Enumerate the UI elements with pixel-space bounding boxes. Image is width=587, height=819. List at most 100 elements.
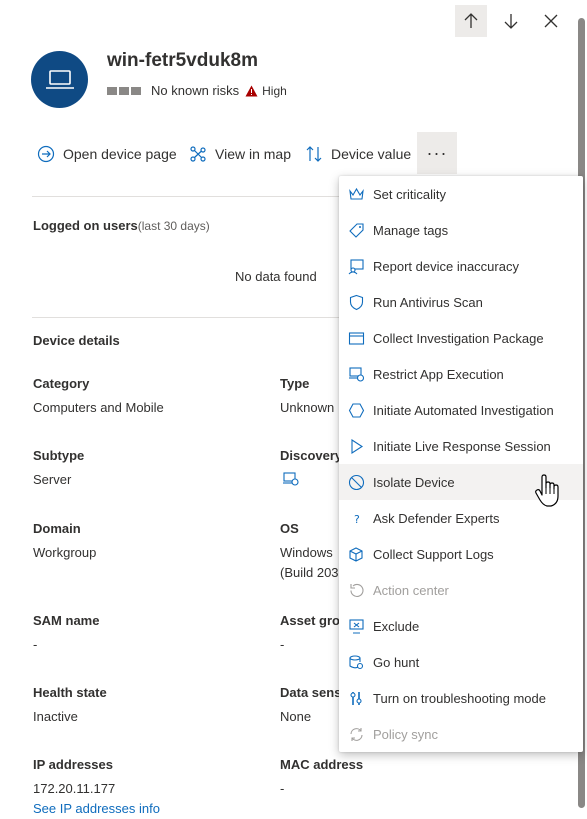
- map-icon: [190, 146, 206, 162]
- subtype-label: Subtype: [33, 448, 85, 463]
- svg-text:?: ?: [354, 513, 360, 526]
- tag-icon: [347, 221, 365, 239]
- arrow-up-icon: [464, 13, 478, 28]
- mac-address-value: -: [280, 781, 285, 796]
- menu-item-label: Run Antivirus Scan: [373, 294, 483, 310]
- menu-item-run-antivirus-scan[interactable]: Run Antivirus Scan: [339, 284, 583, 320]
- ip-addresses-value: 172.20.11.177: [33, 781, 116, 796]
- no-data-text: No data found: [235, 269, 317, 284]
- menu-item-label: Policy sync: [373, 726, 439, 742]
- category-label: Category: [33, 376, 90, 391]
- menu-item-label: Collect Support Logs: [373, 546, 494, 562]
- hand-pointer-cursor-icon: [535, 474, 559, 507]
- menu-item-initiate-live-response-session[interactable]: Initiate Live Response Session: [339, 428, 583, 464]
- more-actions-button[interactable]: ···: [417, 132, 457, 174]
- menu-item-label: Ask Defender Experts: [373, 510, 500, 526]
- type-value: Unknown: [280, 400, 335, 415]
- next-item-button[interactable]: [495, 5, 527, 37]
- menu-item-turn-on-troubleshooting-mode[interactable]: Turn on troubleshooting mode: [339, 680, 583, 716]
- shield-icon: [347, 293, 365, 311]
- menu-item-label: Initiate Automated Investigation: [373, 402, 554, 418]
- data-sensitivity-label: Data sens: [280, 685, 342, 700]
- logged-on-users-heading: Logged on users(last 30 days): [33, 218, 210, 233]
- logs-icon: [347, 545, 365, 563]
- open-device-page-button[interactable]: Open device page: [37, 139, 177, 169]
- question-icon: ?: [347, 509, 365, 527]
- device-value-label: Device value: [331, 146, 412, 162]
- menu-item-label: Manage tags: [373, 222, 449, 238]
- menu-item-label: Report device inaccuracy: [373, 258, 519, 274]
- play-icon: [347, 437, 365, 455]
- device-details-heading: Device details: [33, 333, 120, 348]
- warning-icon: [245, 85, 258, 96]
- menu-item-label: Turn on troubleshooting mode: [373, 690, 546, 706]
- view-in-map-button[interactable]: View in map: [189, 139, 291, 169]
- laptop-icon: [45, 69, 74, 89]
- menu-item-go-hunt[interactable]: Go hunt: [339, 644, 583, 680]
- previous-item-button[interactable]: [455, 5, 487, 37]
- menu-item-set-criticality[interactable]: Set criticality: [339, 176, 583, 212]
- severity-badge: High: [245, 84, 287, 98]
- menu-item-collect-support-logs[interactable]: Collect Support Logs: [339, 536, 583, 572]
- risk-summary: No known risks High: [107, 83, 287, 98]
- domain-label: Domain: [33, 521, 81, 536]
- device-avatar: [31, 51, 88, 108]
- sort-icon: [306, 146, 322, 162]
- health-state-value: Inactive: [33, 709, 78, 724]
- os-label: OS: [280, 521, 299, 536]
- type-label: Type: [280, 376, 310, 391]
- menu-item-manage-tags[interactable]: Manage tags: [339, 212, 583, 248]
- device-name: win-fetr5vduk8m: [107, 50, 258, 71]
- more-actions-menu: Set criticality Manage tags Report devic…: [339, 176, 583, 752]
- sam-name-label: SAM name: [33, 613, 100, 628]
- discovery-icon: [283, 472, 299, 486]
- menu-item-label: Go hunt: [373, 654, 420, 670]
- discovery-label: Discovery: [280, 448, 343, 463]
- menu-item-label: Exclude: [373, 618, 420, 634]
- block-icon: [347, 473, 365, 491]
- menu-item-label: Action center: [373, 582, 449, 598]
- history-icon: [347, 581, 365, 599]
- wrench-icon: [347, 689, 365, 707]
- device-value-button[interactable]: Device value: [305, 139, 411, 169]
- risk-text: No known risks: [151, 83, 240, 98]
- menu-item-restrict-app-execution[interactable]: Restrict App Execution: [339, 356, 583, 392]
- menu-item-policy-sync: Policy sync: [339, 716, 583, 752]
- mac-address-label: MAC address: [280, 757, 364, 772]
- see-ip-addresses-link[interactable]: See IP addresses info: [33, 801, 160, 816]
- menu-item-label: Initiate Live Response Session: [373, 438, 551, 454]
- menu-item-report-device-inaccuracy[interactable]: Report device inaccuracy: [339, 248, 583, 284]
- os-value-line1: Windows: [280, 545, 333, 560]
- logged-on-users-period: (last 30 days): [137, 219, 210, 233]
- restrict-icon: [347, 365, 365, 383]
- data-sensitivity-value: None: [280, 709, 312, 724]
- crown-icon: [347, 185, 365, 203]
- health-state-label: Health state: [33, 685, 107, 700]
- domain-value: Workgroup: [33, 545, 97, 560]
- menu-item-label: Set criticality: [373, 186, 446, 202]
- arrow-down-icon: [504, 14, 518, 29]
- asset-group-value: -: [280, 637, 285, 652]
- sam-name-value: -: [33, 637, 38, 652]
- subtype-value: Server: [33, 472, 72, 487]
- close-button[interactable]: [535, 5, 567, 37]
- logged-on-users-label: Logged on users: [33, 218, 138, 233]
- open-device-page-label: Open device page: [63, 146, 177, 162]
- severity-label: High: [262, 83, 287, 98]
- more-icon: ···: [426, 142, 448, 163]
- os-value-line2: (Build 203: [280, 565, 339, 580]
- menu-item-initiate-automated-investigation[interactable]: Initiate Automated Investigation: [339, 392, 583, 428]
- menu-item-label: Collect Investigation Package: [373, 330, 544, 346]
- menu-item-exclude[interactable]: Exclude: [339, 608, 583, 644]
- ip-addresses-label: IP addresses: [33, 757, 113, 772]
- sync-icon: [347, 725, 365, 743]
- category-value: Computers and Mobile: [33, 400, 164, 415]
- report-icon: [347, 257, 365, 275]
- menu-item-label: Restrict App Execution: [373, 366, 504, 382]
- close-icon: [544, 14, 558, 28]
- exclude-icon: [347, 617, 365, 635]
- asset-group-label: Asset gro: [280, 613, 340, 628]
- menu-item-collect-investigation-package[interactable]: Collect Investigation Package: [339, 320, 583, 356]
- hexagon-icon: [347, 401, 365, 419]
- hunt-icon: [347, 653, 365, 671]
